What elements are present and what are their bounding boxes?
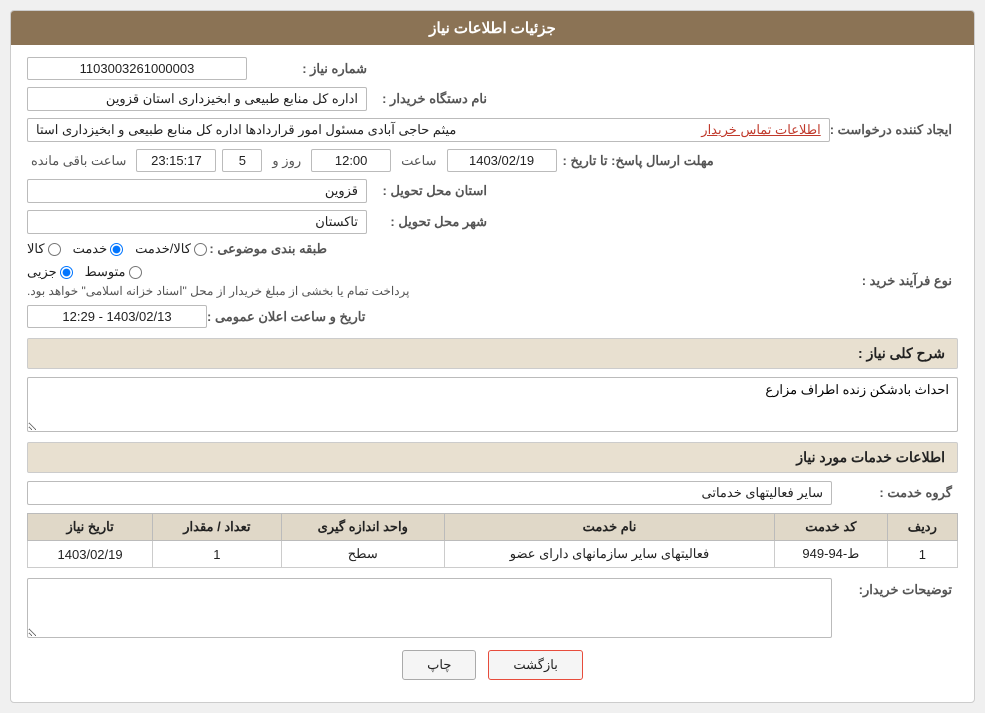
process-label: نوع فرآیند خرید : — [832, 273, 952, 289]
service-group-value: سایر فعالیتهای خدماتی — [27, 481, 832, 505]
city-value: تاکستان — [27, 210, 367, 234]
need-description-header: شرح کلی نیاز : — [27, 338, 958, 369]
buyer-org-value: اداره کل منابع طبیعی و ابخیزداری استان ق… — [27, 87, 367, 111]
buyer-notes-textarea[interactable] — [27, 578, 832, 638]
province-value: قزوین — [27, 179, 367, 203]
buttons-row: بازگشت چاپ — [27, 650, 958, 690]
col-unit: واحد اندازه گیری — [281, 514, 444, 541]
deadline-time-label: ساعت — [401, 153, 436, 169]
announce-label: تاریخ و ساعت اعلان عمومی : — [207, 309, 365, 325]
city-label: شهر محل تحویل : — [367, 214, 487, 230]
deadline-label: مهلت ارسال پاسخ: تا تاریخ : — [563, 153, 714, 169]
col-quantity: تعداد / مقدار — [153, 514, 281, 541]
deadline-date: 1403/02/19 — [447, 149, 557, 172]
process-option-jozi[interactable]: جزیی — [27, 264, 73, 280]
process-option-mutavsat[interactable]: متوسط — [85, 264, 142, 280]
buyer-org-label: نام دستگاه خریدار : — [367, 91, 487, 107]
category-option-kala[interactable]: کالا — [27, 241, 61, 257]
category-option-kala-khedmat[interactable]: کالا/خدمت — [135, 241, 207, 257]
col-service-code: کد خدمت — [775, 514, 888, 541]
services-table: ردیف کد خدمت نام خدمت واحد اندازه گیری ت… — [27, 513, 958, 568]
services-section-header: اطلاعات خدمات مورد نیاز — [27, 442, 958, 473]
buyer-notes-label: توضیحات خریدار: — [832, 582, 952, 598]
process-note: پرداخت تمام یا بخشی از مبلغ خریدار از مح… — [27, 284, 410, 298]
deadline-remaining-label: ساعت باقی مانده — [31, 153, 126, 169]
deadline-day-label: روز و — [272, 153, 301, 169]
requester-contact-link[interactable]: اطلاعات تماس خریدار — [701, 122, 820, 138]
category-radio-group: کالا/خدمت خدمت کالا — [27, 241, 207, 257]
requester-value: میثم حاجی آبادی مسئول امور قراردادها ادا… — [36, 122, 456, 138]
col-date: تاریخ نیاز — [28, 514, 153, 541]
deadline-time: 12:00 — [311, 149, 391, 172]
category-label: طبقه بندی موضوعی : — [207, 241, 327, 257]
col-row-num: ردیف — [887, 514, 957, 541]
deadline-days: 5 — [222, 149, 262, 172]
need-description-textarea[interactable] — [27, 377, 958, 432]
announce-value: 1403/02/13 - 12:29 — [27, 305, 207, 328]
back-button[interactable]: بازگشت — [488, 650, 582, 680]
need-number-label: شماره نیاز : — [247, 61, 367, 77]
table-row: 1ط-94-949فعالیتهای سایر سازمانهای دارای … — [28, 541, 958, 568]
category-option-khedmat[interactable]: خدمت — [73, 241, 124, 257]
need-number-value: 1103003261000003 — [27, 57, 247, 80]
page-title: جزئیات اطلاعات نیاز — [11, 11, 974, 45]
requester-label: ایجاد کننده درخواست : — [830, 122, 952, 138]
province-label: استان محل تحویل : — [367, 183, 487, 199]
process-radio-group: متوسط جزیی — [27, 264, 142, 280]
col-service-name: نام خدمت — [444, 514, 774, 541]
service-group-label: گروه خدمت : — [832, 485, 952, 501]
deadline-remaining: 23:15:17 — [136, 149, 216, 172]
print-button[interactable]: چاپ — [402, 650, 476, 680]
